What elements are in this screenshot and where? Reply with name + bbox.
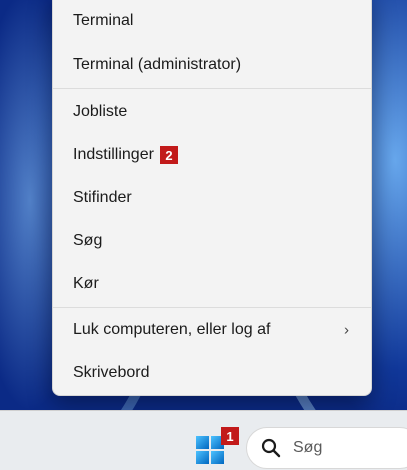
step-badge: 2 [159,146,178,164]
menu-item-label: Jobliste [73,103,128,120]
menu-item-shutdown-signout[interactable]: Luk computeren, eller log af › [57,310,367,350]
menu-item-file-explorer[interactable]: Stifinder [57,178,367,218]
menu-item-desktop[interactable]: Skrivebord [57,353,367,393]
menu-item-label: Skrivebord [73,364,150,381]
menu-item-terminal[interactable]: Terminal [57,1,367,41]
menu-item-label: Søg [73,232,103,249]
taskbar-search-box[interactable]: Søg [246,427,407,469]
menu-item-label: Luk computeren, eller log af [73,321,271,338]
menu-item-run[interactable]: Kør [57,264,367,304]
menu-item-label: Indstillinger [73,146,154,163]
search-icon [261,438,281,458]
menu-item-label: Kør [73,275,99,292]
menu-separator [53,307,371,308]
menu-item-task-manager[interactable]: Jobliste [57,92,367,132]
search-placeholder: Søg [293,439,323,456]
menu-item-label: Stifinder [73,189,132,206]
start-context-menu: Terminal Terminal (administrator) Joblis… [52,0,372,396]
windows-logo-icon [196,436,224,464]
menu-item-terminal-admin[interactable]: Terminal (administrator) [57,45,367,85]
menu-item-label: Terminal (administrator) [73,56,242,73]
menu-item-settings[interactable]: Indstillinger 2 [57,135,367,175]
menu-separator [53,88,371,89]
taskbar: 1 Søg [0,410,407,470]
menu-item-label: Terminal [73,12,134,29]
menu-item-search[interactable]: Søg [57,221,367,261]
chevron-right-icon: › [344,321,349,339]
step-badge: 1 [221,427,239,445]
